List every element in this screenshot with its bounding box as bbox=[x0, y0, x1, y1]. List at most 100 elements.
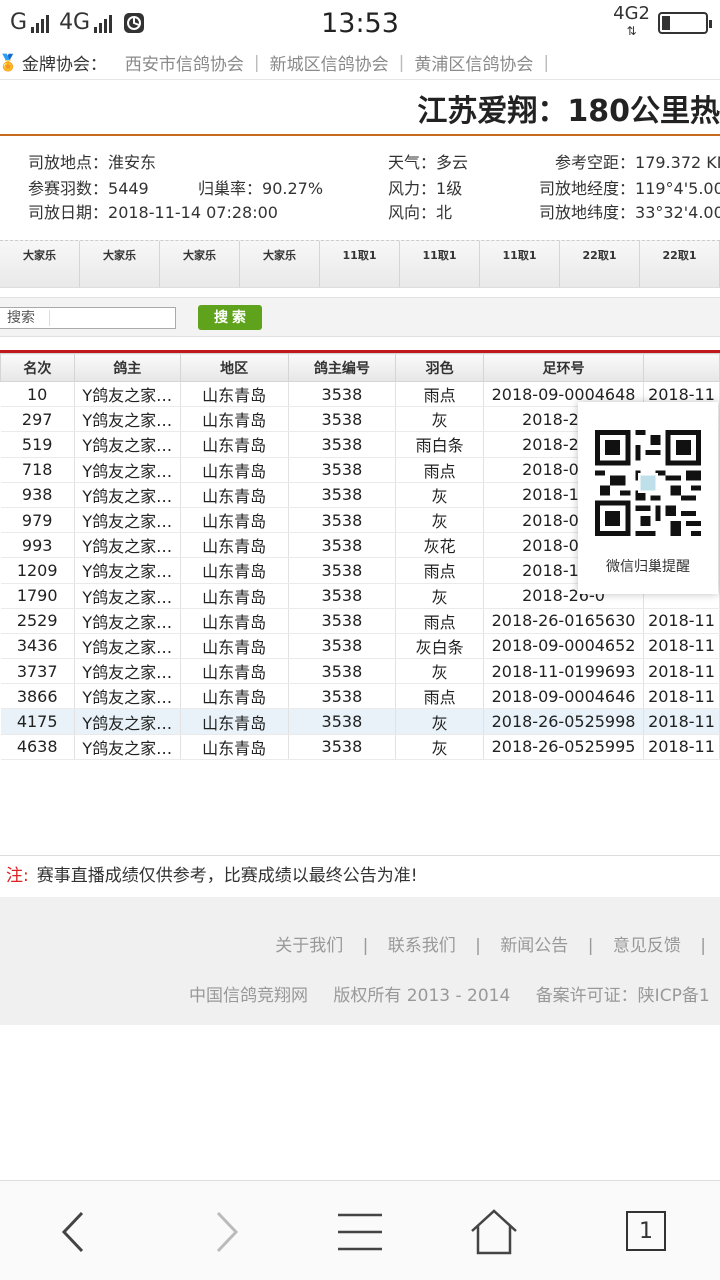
table-cell: 3538 bbox=[288, 708, 397, 735]
table-cell: 山东青岛 bbox=[180, 683, 289, 710]
table-cell: 山东青岛 bbox=[180, 507, 289, 534]
browser-nav-bar: 1 bbox=[0, 1180, 720, 1280]
table-row[interactable]: 3436 Y鸽友之家… 山东青岛 3538 灰白条 2018-09-0004652 2018… bbox=[0, 633, 720, 660]
table-cell: 雨点 bbox=[395, 457, 485, 483]
col-owner[interactable]: 鸽主 bbox=[73, 353, 181, 382]
table-cell: 4175 bbox=[0, 708, 75, 735]
table-cell: 979 bbox=[0, 507, 75, 534]
association-link-xian[interactable]: 西安市信鸽协会 bbox=[125, 50, 244, 75]
home-icon[interactable] bbox=[466, 1209, 522, 1255]
footer-site-name: 中国信鸽竞翔网 bbox=[189, 986, 308, 1006]
table-cell: 3866 bbox=[0, 683, 75, 710]
return-rate: 归巢率：90.27% bbox=[198, 179, 324, 198]
table-cell: 3538 bbox=[288, 406, 397, 433]
category-tabs: 大家乐 大家乐 大家乐 大家乐 11取1 11取1 11取1 22取1 22取1 bbox=[0, 240, 720, 288]
tab-count-button[interactable]: 1 bbox=[626, 1211, 666, 1251]
tab-dajiale-4[interactable]: 大家乐 bbox=[240, 241, 320, 287]
table-cell: 2018-26-0165630 bbox=[483, 608, 644, 634]
tab-dajiale-3[interactable]: 大家乐 bbox=[160, 241, 240, 287]
release-place: 司放地点：淮安东 bbox=[28, 153, 157, 172]
tab-11qu1-1[interactable]: 11取1 bbox=[320, 241, 400, 287]
race-title: 江苏爱翔：180公里热 bbox=[417, 94, 720, 129]
table-row[interactable]: 2529 Y鸽友之家… 山东青岛 3538 雨点 2018-26-0165630 2018-… bbox=[0, 608, 720, 634]
table-cell: 3538 bbox=[288, 457, 397, 483]
table-cell: 灰花 bbox=[395, 532, 485, 559]
tab-11qu1-3[interactable]: 11取1 bbox=[480, 241, 560, 287]
footer-icp: 备案许可证：陕ICP备1 bbox=[535, 986, 710, 1006]
table-cell: 2018-11 bbox=[643, 708, 720, 735]
table-cell: 山东青岛 bbox=[180, 708, 289, 735]
search-button[interactable]: 搜 索 bbox=[198, 305, 262, 330]
col-owner-id[interactable]: 鸽主编号 bbox=[287, 353, 397, 382]
table-cell: 1790 bbox=[0, 583, 75, 609]
table-row[interactable]: 3737 Y鸽友之家… 山东青岛 3538 灰 2018-11-0199693 2018-1… bbox=[0, 658, 720, 685]
col-region[interactable]: 地区 bbox=[179, 353, 289, 382]
table-cell: 3538 bbox=[288, 557, 397, 584]
race-info: 司放地点：淮安东 参赛羽数：5449 归巢率：90.27% 司放日期：2018-… bbox=[0, 144, 720, 224]
release-latitude: 司放地纬度：33°32'4.00" bbox=[539, 203, 720, 222]
table-cell: 2018-11 bbox=[643, 658, 720, 685]
table-cell: 3538 bbox=[288, 482, 397, 508]
disclaimer-text: 赛事直播成绩仅供参考，比赛成绩以最终公告为准! bbox=[36, 866, 418, 886]
network-type-icon: 4G2 ⇅ bbox=[613, 3, 650, 39]
table-cell: 2018-11 bbox=[643, 734, 720, 760]
menu-icon[interactable] bbox=[332, 1209, 388, 1255]
back-arrow-icon[interactable] bbox=[46, 1209, 102, 1255]
table-cell: 灰 bbox=[395, 406, 485, 433]
table-header: 名次 鸽主 地区 鸽主编号 羽色 足环号 bbox=[0, 353, 720, 382]
wind-force: 风力：1级 bbox=[388, 179, 463, 198]
col-feather-color[interactable]: 羽色 bbox=[395, 353, 485, 382]
tab-22qu1-1[interactable]: 22取1 bbox=[560, 241, 640, 287]
tab-11qu1-2[interactable]: 11取1 bbox=[400, 241, 480, 287]
table-cell: Y鸽友之家… bbox=[74, 608, 181, 634]
table-cell: 10 bbox=[0, 381, 75, 408]
weather: 天气：多云 bbox=[388, 153, 469, 172]
table-cell: 718 bbox=[0, 457, 75, 483]
footer-link-news[interactable]: 新闻公告 bbox=[500, 936, 568, 956]
table-row[interactable]: 4638 Y鸽友之家… 山东青岛 3538 灰 2018-26-0525995 2018-1… bbox=[0, 734, 720, 760]
release-date: 司放日期：2018-11-14 07:28:00 bbox=[28, 203, 278, 222]
table-cell: 993 bbox=[0, 532, 75, 559]
association-link-xincheng[interactable]: 新城区信鸽协会 bbox=[270, 50, 389, 75]
footer-copyright: 中国信鸽竞翔网 版权所有 2013 - 2014 备案许可证：陕ICP备1 bbox=[189, 981, 720, 1006]
table-cell: Y鸽友之家… bbox=[74, 557, 181, 584]
status-bar: G 4G 13:53 4G2 ⇅ bbox=[0, 0, 720, 46]
entries: 参赛羽数：5449 bbox=[28, 179, 149, 198]
table-cell: 519 bbox=[0, 431, 75, 458]
table-row[interactable]: 4175 Y鸽友之家… 山东青岛 3538 灰 2018-26-0525998 2018-1… bbox=[0, 708, 720, 735]
association-label: 金牌协会： bbox=[21, 55, 107, 75]
table-cell: 938 bbox=[0, 482, 75, 508]
col-ring-number[interactable]: 足环号 bbox=[483, 353, 644, 382]
table-cell: Y鸽友之家… bbox=[74, 633, 181, 660]
table-cell: 山东青岛 bbox=[180, 608, 289, 634]
association-link-huangpu[interactable]: 黄浦区信鸽协会 bbox=[414, 50, 533, 75]
table-cell: Y鸽友之家… bbox=[74, 507, 181, 534]
table-cell: 2018-26-0525998 bbox=[483, 708, 644, 735]
qr-code-icon bbox=[595, 430, 701, 536]
table-cell: 2018-26-0525995 bbox=[483, 734, 644, 760]
forward-arrow-icon[interactable] bbox=[198, 1209, 254, 1255]
reference-distance: 参考空距：179.372 KM bbox=[555, 153, 720, 172]
table-cell: 2018-11 bbox=[643, 683, 720, 710]
table-cell: 4638 bbox=[0, 734, 75, 760]
footer-link-feedback[interactable]: 意见反馈 bbox=[613, 936, 681, 956]
col-arrival[interactable] bbox=[642, 353, 720, 382]
footer-link-about[interactable]: 关于我们 bbox=[275, 936, 343, 956]
col-rank[interactable]: 名次 bbox=[0, 353, 75, 382]
footer-link-contact[interactable]: 联系我们 bbox=[388, 936, 456, 956]
tab-dajiale-2[interactable]: 大家乐 bbox=[80, 241, 160, 287]
table-cell: Y鸽友之家… bbox=[74, 583, 181, 609]
table-cell: 2018-11 bbox=[643, 608, 720, 634]
table-row[interactable]: 3866 Y鸽友之家… 山东青岛 3538 雨点 2018-09-0004646 2018-… bbox=[0, 683, 720, 710]
table-cell: 3538 bbox=[288, 431, 397, 458]
wechat-qr-popup[interactable]: 微信归巢提醒 bbox=[578, 402, 718, 594]
table-cell: Y鸽友之家… bbox=[74, 457, 181, 483]
table-cell: 2018-09-0004646 bbox=[483, 683, 644, 710]
table-cell: 山东青岛 bbox=[180, 734, 289, 760]
tab-dajiale-1[interactable]: 大家乐 bbox=[0, 241, 80, 287]
tab-22qu1-2[interactable]: 22取1 bbox=[640, 241, 720, 287]
table-cell: 山东青岛 bbox=[180, 457, 289, 483]
table-cell: 3538 bbox=[288, 633, 397, 660]
table-cell: 3538 bbox=[288, 532, 397, 559]
search-input[interactable]: 搜索 bbox=[0, 307, 176, 329]
